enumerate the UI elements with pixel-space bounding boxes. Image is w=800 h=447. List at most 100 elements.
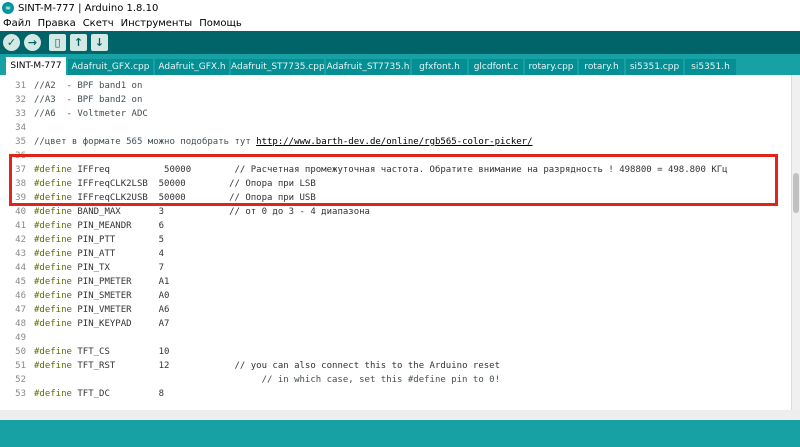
tab-rotary-cpp[interactable]: rotary.cpp	[525, 59, 577, 75]
tab-adafruit-st7735-h[interactable]: Adafruit_ST7735.h	[326, 59, 410, 75]
comment-text: //цвет в формате 565 можно подобрать тут	[34, 137, 257, 147]
tab-si5351-h[interactable]: si5351.h	[685, 59, 736, 75]
menu-help[interactable]: Помощь	[199, 18, 242, 29]
tab-rotary-h[interactable]: rotary.h	[579, 59, 624, 75]
define-body: BAND_MAX 3 // от 0 до 3 - 4 диапазона	[71, 207, 370, 217]
line-code: #define BAND_MAX 3 // от 0 до 3 - 4 диап…	[34, 205, 370, 219]
define-keyword: #define	[34, 235, 72, 245]
line-number: 42	[15, 235, 26, 245]
define-keyword: #define	[34, 291, 72, 301]
tab-gfxfont-h[interactable]: gfxfont.h	[412, 59, 467, 75]
line-code: #define IFFreqCLK2USB 50000 // Опора при…	[34, 191, 316, 205]
define-keyword: #define	[34, 361, 72, 371]
menu-file[interactable]: Файл	[3, 18, 31, 29]
line-number: 48	[15, 319, 26, 329]
line-code: #define TFT_CS 10	[34, 345, 169, 359]
line-code: #define PIN_KEYPAD A7	[34, 317, 169, 331]
code-line: 36	[0, 149, 791, 163]
title-bar: ∞ SINT-M-777 | Arduino 1.8.10	[0, 0, 800, 16]
line-code: #define PIN_SMETER A0	[34, 289, 169, 303]
define-body: PIN_VMETER A6	[71, 305, 170, 315]
line-number: 44	[15, 263, 26, 273]
code-line: 48 #define PIN_KEYPAD A7	[0, 317, 791, 331]
line-code: #define PIN_TX 7	[34, 261, 164, 275]
open-sketch-icon[interactable]: ↑	[70, 34, 87, 51]
define-body: TFT_RST 12 // you can also connect this …	[71, 361, 500, 371]
line-number: 53	[15, 389, 26, 399]
line-number: 36	[15, 151, 26, 161]
line-number: 40	[15, 207, 26, 217]
line-code: #define IFFreq 50000 // Расчетная промеж…	[34, 163, 728, 177]
line-number: 45	[15, 277, 26, 287]
save-sketch-icon[interactable]: ↓	[91, 34, 108, 51]
tab-si5351-cpp[interactable]: si5351.cpp	[626, 59, 683, 75]
define-keyword: #define	[34, 207, 72, 217]
console-area	[0, 420, 800, 447]
code-line: 52 // in which case, set this #define pi…	[0, 373, 791, 387]
line-code: #define TFT_DC 8	[34, 387, 164, 401]
define-keyword: #define	[34, 179, 72, 189]
menu-bar: Файл Правка Скетч Инструменты Помощь	[0, 16, 800, 31]
code-line: 31 //A2 - BPF band1 on	[0, 79, 791, 93]
color-picker-link[interactable]: http://www.barth-dev.de/online/rgb565-co…	[256, 137, 532, 147]
line-code: // in which case, set this #define pin t…	[34, 375, 500, 385]
line-code: //A6 - Voltmeter ADC	[34, 109, 148, 119]
define-body: TFT_CS 10	[71, 347, 170, 357]
line-number: 39	[15, 193, 26, 203]
define-keyword: #define	[34, 319, 72, 329]
tab-glcdfont-c[interactable]: glcdfont.c	[469, 59, 523, 75]
line-number: 47	[15, 305, 26, 315]
define-body: PIN_TX 7	[71, 263, 165, 273]
line-code: #define PIN_PMETER A1	[34, 275, 169, 289]
define-body: TFT_DC 8	[71, 389, 165, 399]
toolbar: ✓ → ▯ ↑ ↓	[0, 31, 800, 54]
tab-adafruit-gfx-cpp[interactable]: Adafruit_GFX.cpp	[68, 59, 153, 75]
horizontal-scrollbar[interactable]	[0, 410, 800, 420]
tab-sint-m-777[interactable]: SINT-M-777	[6, 57, 66, 75]
define-keyword: #define	[34, 277, 72, 287]
define-body: IFFreqCLK2USB 50000 // Опора при USB	[71, 193, 316, 203]
code-line: 50 #define TFT_CS 10	[0, 345, 791, 359]
line-number: 50	[15, 347, 26, 357]
arduino-logo-icon: ∞	[2, 2, 14, 14]
define-body: PIN_PTT 5	[71, 235, 165, 245]
define-keyword: #define	[34, 389, 72, 399]
define-keyword: #define	[34, 347, 72, 357]
line-code: #define PIN_PTT 5	[34, 233, 164, 247]
code-line: 37 #define IFFreq 50000 // Расчетная пром…	[0, 163, 791, 177]
code-line: 53 #define TFT_DC 8	[0, 387, 791, 401]
menu-sketch[interactable]: Скетч	[83, 18, 114, 29]
menu-tools[interactable]: Инструменты	[121, 18, 193, 29]
code-line: 46 #define PIN_SMETER A0	[0, 289, 791, 303]
code-line: 47 #define PIN_VMETER A6	[0, 303, 791, 317]
define-body: PIN_MEANDR 6	[71, 221, 165, 231]
line-number: 52	[15, 375, 26, 385]
line-number: 32	[15, 95, 26, 105]
code-line: 32 //A3 - BPF band2 on	[0, 93, 791, 107]
code-line: 40 #define BAND_MAX 3 // от 0 до 3 - 4 ди…	[0, 205, 791, 219]
line-code: //A2 - BPF band1 on	[34, 81, 143, 91]
upload-icon[interactable]: →	[24, 34, 41, 51]
define-body: IFFreq 50000 // Расчетная промежуточная …	[71, 165, 728, 175]
line-code: //A3 - BPF band2 on	[34, 95, 143, 105]
code-line: 38 #define IFFreqCLK2LSB 50000 // Опора п…	[0, 177, 791, 191]
define-body: PIN_SMETER A0	[71, 291, 170, 301]
code-editor[interactable]: 31 //A2 - BPF band1 on 32 //A3 - BPF band2…	[0, 75, 791, 410]
code-line: 39 #define IFFreqCLK2USB 50000 // Опора п…	[0, 191, 791, 205]
line-code: #define IFFreqCLK2LSB 50000 // Опора при…	[34, 177, 316, 191]
line-code: #define TFT_RST 12 // you can also conne…	[34, 359, 500, 373]
line-number: 51	[15, 361, 26, 371]
line-number: 34	[15, 123, 26, 133]
tab-adafruit-st7735-cpp[interactable]: Adafruit_ST7735.cpp	[231, 59, 324, 75]
tab-adafruit-gfx-h[interactable]: Adafruit_GFX.h	[155, 59, 229, 75]
code-line: 51 #define TFT_RST 12 // you can also con…	[0, 359, 791, 373]
line-code: //цвет в формате 565 можно подобрать тут…	[34, 135, 533, 149]
menu-edit[interactable]: Правка	[38, 18, 76, 29]
new-sketch-icon[interactable]: ▯	[49, 34, 66, 51]
line-number: 38	[15, 179, 26, 189]
window-title: SINT-M-777 | Arduino 1.8.10	[18, 2, 159, 14]
vertical-scrollbar[interactable]	[791, 75, 800, 410]
verify-icon[interactable]: ✓	[3, 34, 20, 51]
line-code: #define PIN_ATT 4	[34, 247, 164, 261]
vertical-scrollbar-thumb[interactable]	[793, 173, 799, 213]
